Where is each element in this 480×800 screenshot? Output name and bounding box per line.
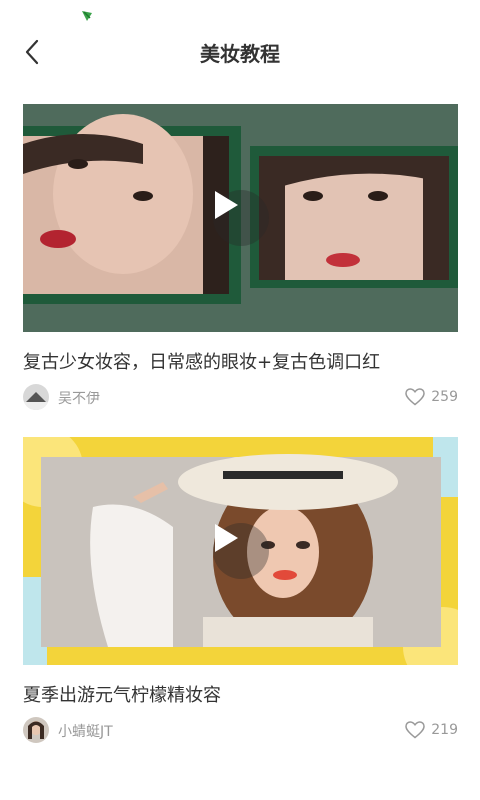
video-title[interactable]: 夏季出游元气柠檬精妆容 — [23, 681, 458, 707]
video-thumbnail[interactable] — [23, 437, 458, 665]
video-meta: 吴不伊 259 — [23, 384, 458, 410]
app-notification-icon — [80, 8, 94, 22]
heart-icon — [405, 388, 426, 406]
video-title[interactable]: 复古少女妆容，日常感的眼妆+复古色调口红 — [23, 348, 458, 374]
video-meta: 小蜻蜓JT 219 — [23, 717, 458, 743]
play-icon — [214, 191, 238, 219]
status-bar — [0, 0, 480, 24]
like-count-value: 219 — [431, 722, 458, 738]
like-count[interactable]: 219 — [405, 721, 458, 739]
heart-icon — [405, 721, 426, 739]
video-thumbnail[interactable] — [23, 104, 458, 332]
avatar[interactable] — [23, 384, 49, 410]
like-count[interactable]: 259 — [405, 388, 458, 406]
video-card[interactable]: 夏季出游元气柠檬精妆容 小蜻蜓JT 219 — [23, 437, 458, 743]
header: 美妆教程 — [0, 24, 480, 80]
play-button[interactable] — [212, 190, 269, 246]
play-button[interactable] — [212, 523, 269, 579]
play-icon — [214, 524, 238, 552]
avatar[interactable] — [23, 717, 49, 743]
author-name[interactable]: 吴不伊 — [58, 388, 100, 408]
page-title: 美妆教程 — [200, 42, 280, 66]
author-name[interactable]: 小蜻蜓JT — [58, 721, 113, 741]
like-count-value: 259 — [431, 389, 458, 405]
video-card[interactable]: 复古少女妆容，日常感的眼妆+复古色调口红 吴不伊 259 — [23, 104, 458, 410]
